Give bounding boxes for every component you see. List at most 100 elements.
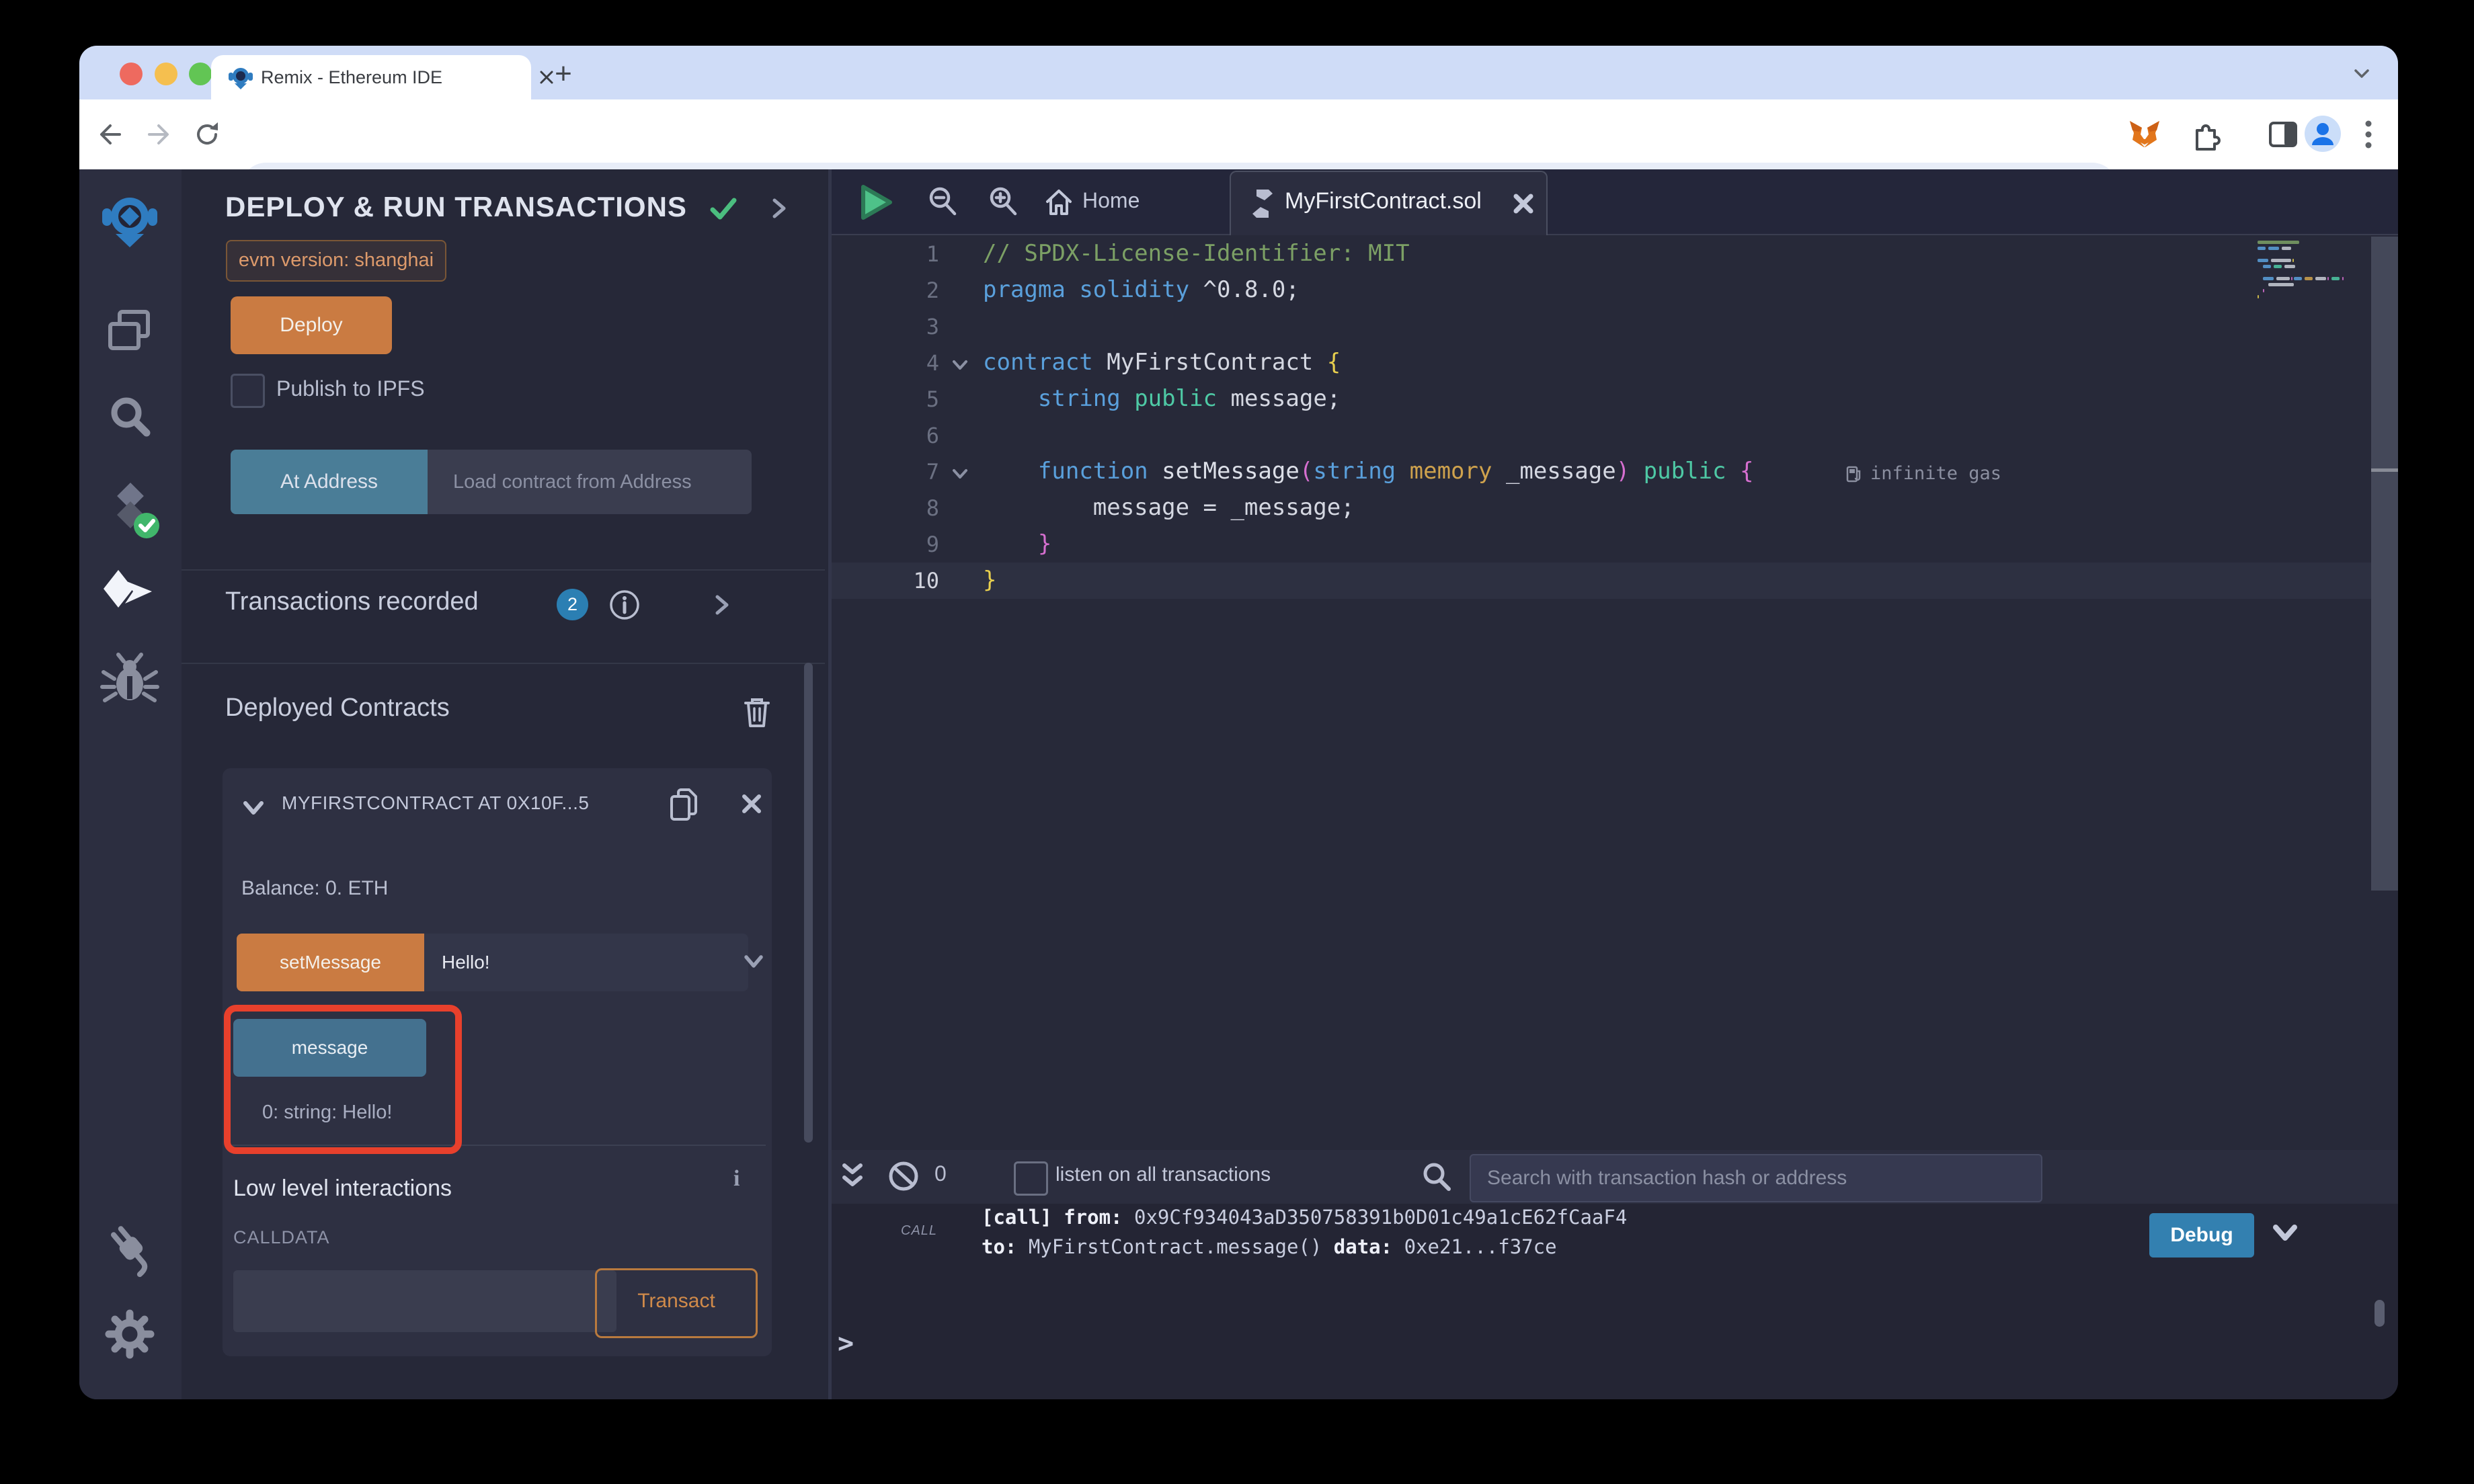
tab-myfirstcontract[interactable]: MyFirstContract.sol xyxy=(1230,171,1548,235)
terminal-prompt[interactable]: > xyxy=(838,1328,854,1359)
panel-divider xyxy=(182,663,825,664)
code-line[interactable]: 5 string public message; xyxy=(832,381,2371,417)
code-line[interactable]: 6 xyxy=(832,417,2371,454)
browser-tab[interactable]: Remix - Ethereum IDE xyxy=(211,55,531,99)
deployed-contract-card: MYFIRSTCONTRACT AT 0X10F...5 Balance: 0.… xyxy=(223,768,772,1356)
tab-close-x-icon[interactable] xyxy=(1511,191,1536,216)
clear-deployed-trash-icon[interactable] xyxy=(742,695,772,730)
set-message-input[interactable] xyxy=(424,934,748,991)
code-line[interactable]: 9 } xyxy=(832,526,2371,563)
active-tab-title: MyFirstContract.sol xyxy=(1285,188,1482,214)
transact-button[interactable]: Transact xyxy=(595,1268,758,1338)
publish-ipfs-checkbox[interactable] xyxy=(231,374,265,408)
minimap-line xyxy=(2294,277,2302,280)
minimap-line xyxy=(2274,265,2282,268)
fold-chevron-icon[interactable] xyxy=(950,357,970,373)
message-button[interactable]: message xyxy=(233,1019,426,1077)
terminal-scrollbar[interactable] xyxy=(2375,1300,2385,1327)
code-text: function setMessage(string memory _messa… xyxy=(983,458,1753,485)
minimap-line xyxy=(2305,277,2313,280)
tab-home[interactable]: Home xyxy=(1082,188,1140,213)
set-message-button[interactable]: setMessage xyxy=(237,934,424,991)
call-badge: CALL xyxy=(901,1223,937,1239)
solidity-compiler-icon[interactable] xyxy=(99,479,160,539)
line-number: 3 xyxy=(832,314,939,339)
forward-icon[interactable] xyxy=(144,120,173,149)
contract-title[interactable]: MYFIRSTCONTRACT AT 0X10F...5 xyxy=(282,792,658,814)
home-icon[interactable] xyxy=(1042,186,1076,219)
tab-search-chevron-icon[interactable] xyxy=(2352,63,2372,83)
log-expand-chevron-icon[interactable] xyxy=(2270,1221,2301,1247)
file-explorer-icon[interactable] xyxy=(99,300,160,360)
code-text: } xyxy=(983,530,1051,557)
deploy-run-icon[interactable] xyxy=(99,565,160,625)
browser-menu-kebab-icon[interactable] xyxy=(2364,118,2373,151)
plugin-manager-icon[interactable] xyxy=(99,1217,160,1277)
terminal-log-line[interactable]: to: MyFirstContract.message() data: 0xe2… xyxy=(982,1235,1557,1258)
settings-gear-icon[interactable] xyxy=(99,1304,160,1364)
debug-button[interactable]: Debug xyxy=(2149,1213,2254,1258)
traffic-light-minimize[interactable] xyxy=(155,63,177,85)
code-line[interactable]: 8 message = _message; xyxy=(832,490,2371,526)
deploy-button[interactable]: Deploy xyxy=(231,296,392,354)
metamask-extension-icon[interactable] xyxy=(2127,117,2162,152)
terminal-search-icon xyxy=(1420,1160,1453,1194)
zoom-in-icon[interactable] xyxy=(986,184,1021,219)
terminal-collapse-double-chevron-icon[interactable] xyxy=(838,1161,867,1192)
editor-scrollbar[interactable] xyxy=(2371,237,2398,891)
fold-chevron-icon[interactable] xyxy=(950,466,970,482)
tab-strip: Remix - Ethereum IDE + xyxy=(79,46,2398,99)
contract-collapse-chevron-icon[interactable] xyxy=(240,796,267,819)
remix-logo-icon[interactable] xyxy=(99,192,160,253)
code-line[interactable]: 3 xyxy=(832,308,2371,345)
search-icon[interactable] xyxy=(99,387,160,448)
zoom-out-icon[interactable] xyxy=(925,184,960,219)
at-address-input[interactable] xyxy=(428,450,752,514)
editor-minimap[interactable] xyxy=(2253,237,2371,371)
back-icon[interactable] xyxy=(95,120,125,149)
code-text: } xyxy=(983,567,996,593)
transactions-expand-chevron-icon[interactable] xyxy=(710,591,733,618)
reload-icon[interactable] xyxy=(192,120,222,149)
code-line[interactable]: 2pragma solidity ^0.8.0; xyxy=(832,272,2371,308)
side-panel-scrollbar[interactable] xyxy=(804,663,813,1143)
minimap-line xyxy=(2263,277,2274,280)
listen-all-checkbox[interactable] xyxy=(1014,1161,1048,1196)
code-line[interactable]: 7 function setMessage(string memory _mes… xyxy=(832,454,2371,490)
at-address-button[interactable]: At Address xyxy=(231,450,428,514)
copy-address-icon[interactable] xyxy=(666,786,701,825)
browser-window: Remix - Ethereum IDE + xyxy=(79,46,2398,1399)
run-script-play-icon[interactable] xyxy=(855,183,894,222)
line-number: 7 xyxy=(832,459,939,485)
code-text: contract MyFirstContract { xyxy=(983,349,1341,376)
extensions-puzzle-icon[interactable] xyxy=(2188,118,2221,152)
browser-toolbar: remix.ethereum.org/#lang=en&optimize=fal… xyxy=(79,99,2398,171)
evm-version-badge: evm version: shanghai xyxy=(226,240,446,282)
traffic-light-zoom[interactable] xyxy=(189,63,212,85)
contract-balance: Balance: 0. ETH xyxy=(241,877,388,900)
remix-favicon-icon xyxy=(229,66,253,90)
debugger-icon[interactable] xyxy=(99,652,160,712)
clear-terminal-block-icon[interactable] xyxy=(886,1159,921,1194)
remove-contract-x-icon[interactable] xyxy=(739,791,764,817)
code-text: pragma solidity ^0.8.0; xyxy=(983,276,1300,303)
line-number: 6 xyxy=(832,423,939,448)
code-line[interactable]: 4contract MyFirstContract { xyxy=(832,345,2371,381)
new-tab-button[interactable]: + xyxy=(543,55,584,95)
set-message-expand-chevron-icon[interactable] xyxy=(742,951,766,973)
profile-avatar[interactable] xyxy=(2303,114,2342,153)
code-line[interactable]: 1// SPDX-License-Identifier: MIT xyxy=(832,236,2371,272)
code-line[interactable]: 10} xyxy=(832,563,2371,599)
calldata-label: CALLDATA xyxy=(233,1227,330,1248)
terminal-search-input[interactable] xyxy=(1470,1154,2042,1202)
terminal-log-line[interactable]: [call] from: 0x9Cf934043aD350758391b0D01… xyxy=(982,1206,1627,1229)
calldata-input[interactable] xyxy=(233,1270,616,1332)
minimap-line xyxy=(2271,259,2291,262)
minimap-line xyxy=(2342,277,2344,280)
transactions-info-icon[interactable] xyxy=(608,589,641,621)
low-level-info-icon[interactable]: i xyxy=(733,1166,740,1192)
side-panel-icon[interactable] xyxy=(2267,118,2299,151)
listen-all-label: listen on all transactions xyxy=(1055,1163,1271,1186)
panel-collapse-chevron-icon[interactable] xyxy=(766,195,791,222)
traffic-light-close[interactable] xyxy=(120,63,143,85)
